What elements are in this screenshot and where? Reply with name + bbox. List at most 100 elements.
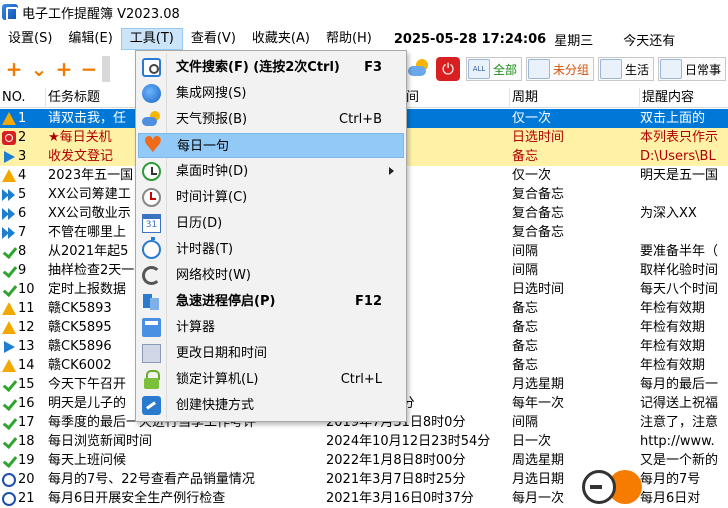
filter-life-button[interactable]: 生活 <box>598 57 655 81</box>
row-content <box>640 223 728 242</box>
tools-menu-item-label: 网络校时(W) <box>176 268 251 283</box>
process-icon <box>142 292 161 311</box>
row-content: 取样化验时间 <box>640 263 719 278</box>
calculator-icon <box>142 318 161 337</box>
power-icon[interactable]: ⏻ <box>436 57 460 81</box>
filter-daily-label: 日常事 <box>685 62 722 77</box>
row-no-text: 15 <box>18 377 35 392</box>
app-logo-icon <box>2 4 18 21</box>
row-content: 要准备半年（ <box>640 244 719 259</box>
watermark-play-icon <box>582 470 616 504</box>
chevron-down-icon[interactable]: ⌄ <box>28 56 50 82</box>
current-weekday: 星期三 <box>554 33 594 49</box>
tools-menu-item[interactable]: 计时器(T) <box>138 237 404 262</box>
tools-menu-item-shortcut: Ctrl+B <box>339 112 382 127</box>
tools-menu-item-label: 计时器(T) <box>176 242 234 257</box>
tools-menu-item-label: 创建快捷方式 <box>176 398 255 413</box>
filter-all-label: 全部 <box>493 62 518 77</box>
row-number: 18 <box>0 432 46 451</box>
add-sub-icon[interactable]: + <box>53 56 75 82</box>
row-number: 1 <box>0 109 46 128</box>
filter-daily-button[interactable]: 日常事 <box>658 57 727 81</box>
tools-menu-item[interactable]: 计算器 <box>138 315 404 340</box>
checkmark-icon <box>2 245 16 259</box>
row-content: 年检有效期 <box>640 320 706 335</box>
menu-favorites[interactable]: 收藏夹(A) <box>244 28 318 50</box>
submenu-arrow-icon <box>389 167 394 175</box>
tools-menu-item-label: 日历(D) <box>176 216 223 231</box>
filter-all-button[interactable]: ALL 全部 <box>466 57 523 81</box>
calendar-icon: 31 <box>142 214 161 233</box>
tools-menu-item[interactable]: 每日一句 <box>138 133 404 158</box>
row-number: 17 <box>0 413 46 432</box>
row-no-text: 16 <box>18 396 35 411</box>
table-row[interactable]: 18 每日浏览新闻时间 2024年10月12日23时54分 日一次 http://www… <box>0 432 728 451</box>
tools-menu-item[interactable]: 更改日期和时间 <box>138 341 404 366</box>
folder-icon <box>528 59 551 79</box>
tools-menu-item[interactable]: 创建快捷方式 <box>138 393 404 418</box>
row-task: 每月6日开展安全生产例行检查 <box>48 491 226 506</box>
row-cycle: 复合备忘 <box>512 187 565 202</box>
row-time: 2024年10月12日23时54分 <box>326 434 491 449</box>
column-header-cycle[interactable]: 周期 <box>510 88 640 108</box>
remove-icon[interactable]: − <box>78 56 100 82</box>
tools-menu-item[interactable]: 天气预报(B) Ctrl+B <box>138 107 404 132</box>
row-number: 7 <box>0 223 46 242</box>
today-remaining-label: 今天还有 <box>623 33 676 49</box>
column-header-no[interactable]: NO. <box>0 88 46 108</box>
row-content: 本列表只作示 <box>640 130 719 145</box>
row-task: 每日浏览新闻时间 <box>48 434 153 449</box>
menu-view[interactable]: 查看(V) <box>183 28 244 50</box>
play-icon <box>4 340 15 353</box>
watermark-logo <box>580 466 728 508</box>
row-cycle: 月选星期 <box>512 377 565 392</box>
row-cycle: 备忘 <box>512 339 539 354</box>
warning-icon <box>2 169 16 182</box>
row-time: 2022年1月8日8时00分 <box>326 453 466 468</box>
row-no-text: 20 <box>18 472 35 487</box>
weather-icon <box>142 110 161 129</box>
row-cycle: 间隔 <box>512 244 539 259</box>
tools-menu-item[interactable]: 集成网搜(S) <box>138 81 404 106</box>
menu-help[interactable]: 帮助(H) <box>318 28 380 50</box>
tools-menu-item-label: 锁定计算机(L) <box>176 372 259 387</box>
toolbar-separator <box>102 56 110 82</box>
menu-settings[interactable]: 设置(S) <box>0 28 60 50</box>
heart-icon <box>143 133 163 158</box>
row-number: 4 <box>0 166 46 185</box>
row-number: 5 <box>0 185 46 204</box>
weather-icon[interactable] <box>406 57 430 81</box>
row-cycle: 间隔 <box>512 415 539 430</box>
app-window: 电子工作提醒簿 V2023.08 设置(S) 编辑(E) 工具(T) 查看(V)… <box>0 0 728 508</box>
double-play-icon <box>2 207 16 221</box>
tools-menu-item[interactable]: 锁定计算机(L) Ctrl+L <box>138 367 404 392</box>
filter-ungrouped-button[interactable]: 未分组 <box>526 57 595 81</box>
tools-menu-item[interactable]: 时间计算(C) <box>138 185 404 210</box>
tools-menu-item-label: 计算器 <box>176 320 216 335</box>
row-no-text: 2 <box>18 130 27 145</box>
add-icon[interactable]: + <box>3 56 25 82</box>
row-cycle: 备忘 <box>512 301 539 316</box>
tools-menu-item[interactable]: 文件搜索(F) (连按2次Ctrl) F3 <box>138 55 404 80</box>
row-time: 2021年3月7日8时25分 <box>326 472 466 487</box>
row-cycle: 备忘 <box>512 149 539 164</box>
row-cycle: 备忘 <box>512 320 539 335</box>
tools-menu-item[interactable]: 急速进程停启(P) F12 <box>138 289 404 314</box>
row-number: 9 <box>0 261 46 280</box>
tools-menu-item[interactable]: 桌面时钟(D) <box>138 159 404 184</box>
row-no-text: 10 <box>18 282 35 297</box>
tools-menu-item[interactable]: 网络校时(W) <box>138 263 404 288</box>
row-cycle: 备忘 <box>512 358 539 373</box>
filter-ungrouped-label: 未分组 <box>553 62 590 77</box>
row-cycle: 日一次 <box>512 434 552 449</box>
menu-tools[interactable]: 工具(T) <box>120 28 183 50</box>
row-content: 注意了，注意 <box>640 415 719 430</box>
row-no-text: 4 <box>18 168 27 183</box>
column-header-content[interactable]: 提醒内容 <box>640 88 728 108</box>
row-cycle: 日选时间 <box>512 282 565 297</box>
tools-menu-item[interactable]: 31 日历(D) <box>138 211 404 236</box>
checkmark-icon <box>2 397 16 411</box>
menu-edit[interactable]: 编辑(E) <box>60 28 120 50</box>
row-no-text: 5 <box>18 187 27 202</box>
tools-menu-item-label: 每日一句 <box>177 139 230 154</box>
